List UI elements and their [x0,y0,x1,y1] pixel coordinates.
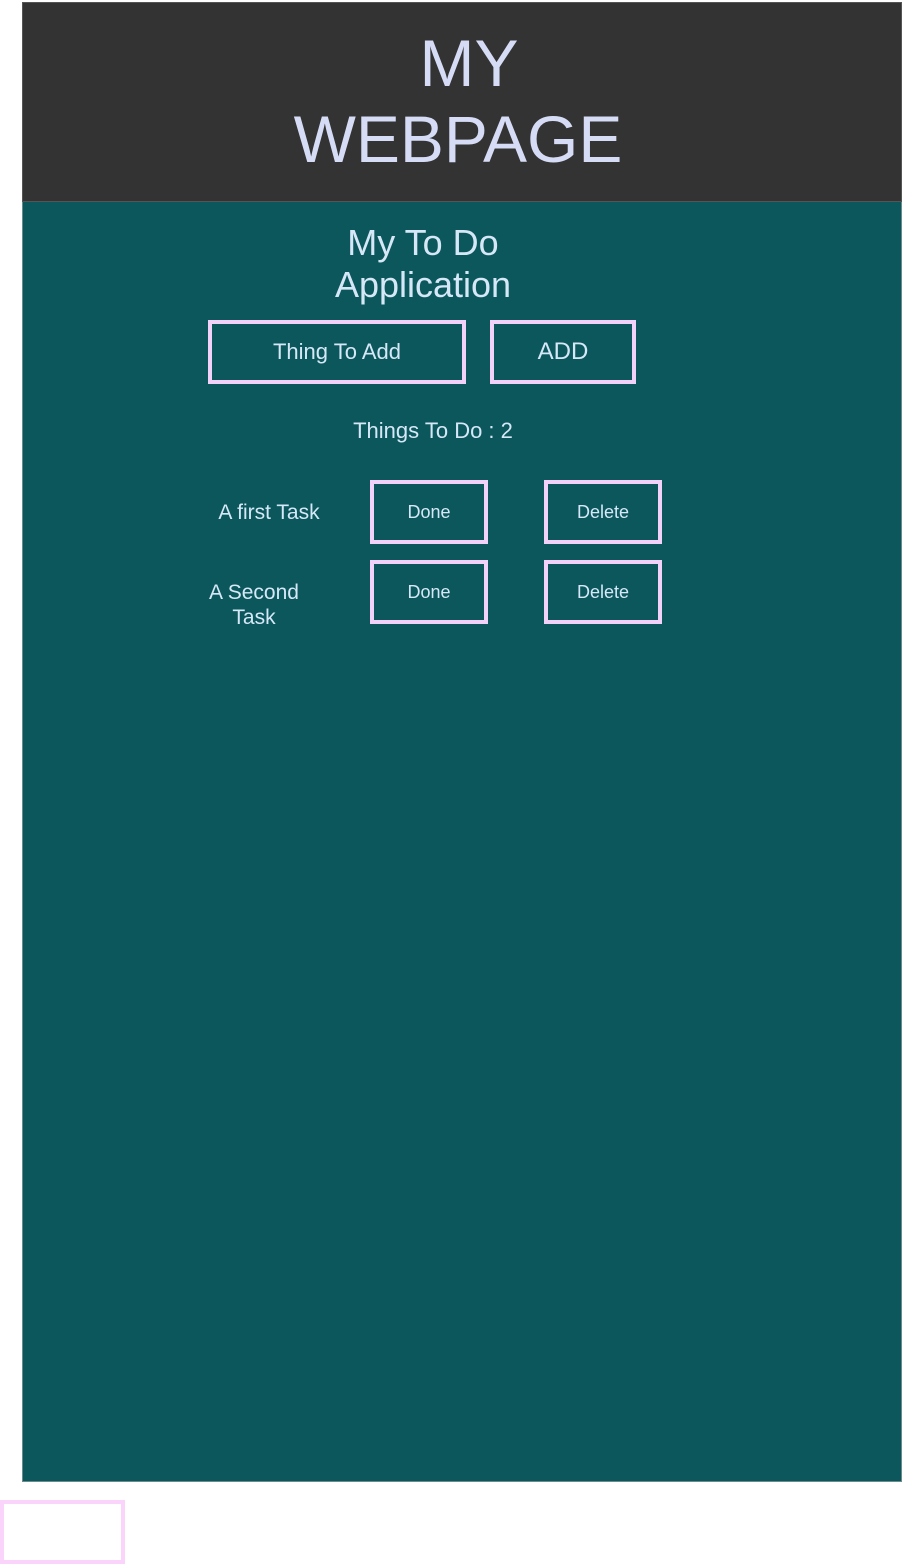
site-title-line2: WEBPAGE [293,102,623,176]
task-label: A first Task [218,501,320,524]
site-title: MY WEBPAGE [23,25,903,177]
done-button[interactable]: Done [370,560,488,624]
new-task-input[interactable] [208,320,466,384]
task-label: A Second Task [209,581,299,629]
todo-app: My To Do Application ADD Things To Do : … [22,202,902,1482]
site-title-line1: MY [419,26,519,100]
site-header: MY WEBPAGE [22,2,902,202]
app-title-line1: My To Do [347,222,499,263]
task-count: Things To Do : 2 [313,418,553,444]
delete-button[interactable]: Delete [544,560,662,624]
app-title-line2: Application [334,264,512,305]
app-title: My To Do Application [323,222,523,306]
page: MY WEBPAGE My To Do Application ADD Thin… [0,0,905,1565]
task-count-label: Things To Do : [353,418,501,443]
done-button[interactable]: Done [370,480,488,544]
delete-button[interactable]: Delete [544,480,662,544]
empty-outlined-box [0,1500,125,1564]
task-count-value: 2 [500,418,513,443]
add-task-button[interactable]: ADD [490,320,636,384]
